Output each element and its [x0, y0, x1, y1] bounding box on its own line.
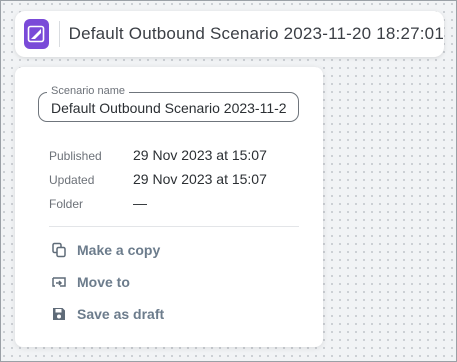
save-as-draft-button[interactable]: Save as draft [51, 305, 164, 323]
pen-tool-icon[interactable] [24, 19, 49, 49]
save-as-draft-label: Save as draft [77, 306, 165, 322]
move-to-button[interactable]: Move to [51, 273, 130, 291]
panel-divider [49, 226, 299, 227]
move-to-icon [51, 274, 67, 290]
updated-value: 29 Nov 2023 at 15:07 [133, 171, 267, 187]
copy-icon [51, 242, 67, 258]
published-value: 29 Nov 2023 at 15:07 [133, 147, 267, 163]
scenario-info-panel: Scenario name Default Outbound Scenario … [15, 67, 323, 347]
move-to-label: Move to [77, 274, 130, 290]
header-divider [58, 21, 60, 47]
make-a-copy-label: Make a copy [77, 242, 161, 258]
save-icon [51, 306, 67, 322]
published-label: Published [49, 149, 102, 163]
make-a-copy-button[interactable]: Make a copy [51, 241, 160, 259]
scenario-name-label: Scenario name [47, 84, 129, 98]
scenario-header: Default Outbound Scenario 2023-11-20 18:… [15, 11, 444, 57]
folder-label: Folder [49, 197, 84, 211]
scenario-name-field[interactable]: Scenario name Default Outbound Scenario … [38, 84, 299, 122]
scenario-name-input[interactable]: Default Outbound Scenario 2023-11-2 [51, 100, 294, 116]
updated-label: Updated [49, 173, 95, 187]
folder-value: — [133, 195, 147, 211]
scenario-title[interactable]: Default Outbound Scenario 2023-11-20 18:… [69, 24, 444, 44]
